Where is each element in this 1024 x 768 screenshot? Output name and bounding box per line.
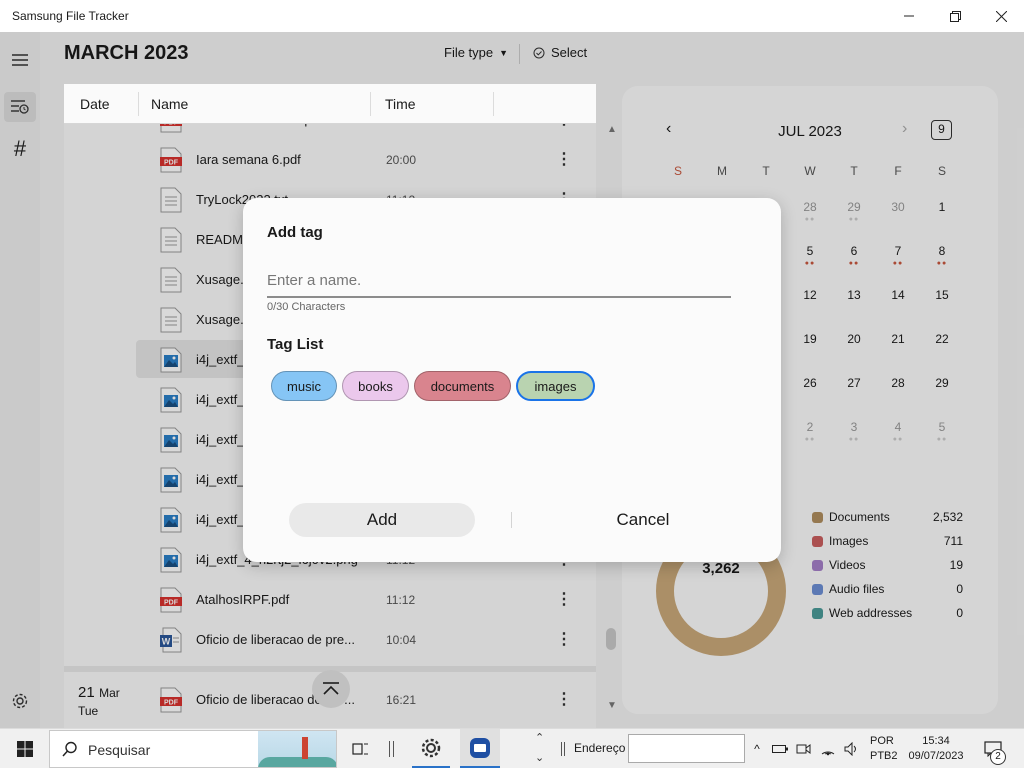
settings-app-icon[interactable] <box>412 729 450 768</box>
close-button[interactable] <box>978 0 1024 32</box>
column-name[interactable]: Name <box>151 96 188 112</box>
task-view-icon[interactable] <box>348 729 372 768</box>
address-label: Endereço <box>574 741 626 755</box>
notification-badge: 2 <box>990 749 1006 765</box>
tag-list-title: Tag List <box>267 336 324 353</box>
tag-label: images <box>534 378 577 394</box>
button-divider <box>511 512 512 528</box>
column-time[interactable]: Time <box>385 96 416 112</box>
taskbar-divider <box>384 729 398 768</box>
keyboard-layout: PTB2 <box>870 750 898 762</box>
tag-label: music <box>287 378 321 394</box>
chevron-down-icon[interactable]: ⌄ <box>535 751 544 764</box>
search-icon <box>62 741 77 757</box>
show-hidden-icons[interactable]: ^ <box>748 729 766 768</box>
windows-start-icon[interactable] <box>8 729 42 768</box>
column-date[interactable]: Date <box>80 96 110 112</box>
search-placeholder: Pesquisar <box>88 742 151 758</box>
search-highlight-image <box>258 731 336 767</box>
tag-chip-books[interactable]: books <box>342 371 409 401</box>
battery-icon[interactable] <box>770 729 790 768</box>
restore-button[interactable] <box>932 0 978 32</box>
chevron-up-icon[interactable]: ⌃ <box>535 731 544 744</box>
clock-time: 15:34 <box>922 735 950 747</box>
tag-name-input[interactable] <box>267 264 731 298</box>
volume-icon[interactable] <box>842 729 862 768</box>
character-counter: 0/30 Characters <box>267 301 346 313</box>
clock[interactable]: 15:34 09/07/2023 <box>904 734 968 764</box>
add-tag-dialog: Add tag 0/30 Characters Tag List music b… <box>243 198 781 562</box>
minimize-button[interactable] <box>886 0 932 32</box>
address-input[interactable] <box>628 734 745 763</box>
clock-date: 09/07/2023 <box>908 750 964 762</box>
taskbar-search-box[interactable]: Pesquisar <box>49 730 337 768</box>
input-language[interactable]: POR PTB2 <box>870 734 898 764</box>
language-code: POR <box>870 735 894 747</box>
tag-chip-images[interactable]: images <box>516 371 595 401</box>
title-bar: Samsung File Tracker <box>0 0 1024 32</box>
tag-label: documents <box>430 378 495 394</box>
list-header: Date Name Time <box>64 84 596 124</box>
taskbar: Pesquisar ⌃ ⌄ Endereço ^ POR PTB2 15:34 09… <box>0 728 1024 768</box>
file-tracker-app-icon[interactable] <box>460 729 500 768</box>
column-separator <box>370 92 371 116</box>
column-separator <box>138 92 139 116</box>
meet-now-icon[interactable] <box>794 729 814 768</box>
add-button[interactable]: Add <box>289 503 475 537</box>
network-icon[interactable] <box>818 729 838 768</box>
tag-chip-music[interactable]: music <box>271 371 337 401</box>
tag-chip-documents[interactable]: documents <box>414 371 511 401</box>
column-separator <box>493 92 494 116</box>
toolbar-grip[interactable] <box>558 729 568 768</box>
tag-label: books <box>358 378 393 394</box>
cancel-button[interactable]: Cancel <box>553 503 733 537</box>
dialog-title: Add tag <box>267 224 323 241</box>
app-title: Samsung File Tracker <box>12 9 129 23</box>
